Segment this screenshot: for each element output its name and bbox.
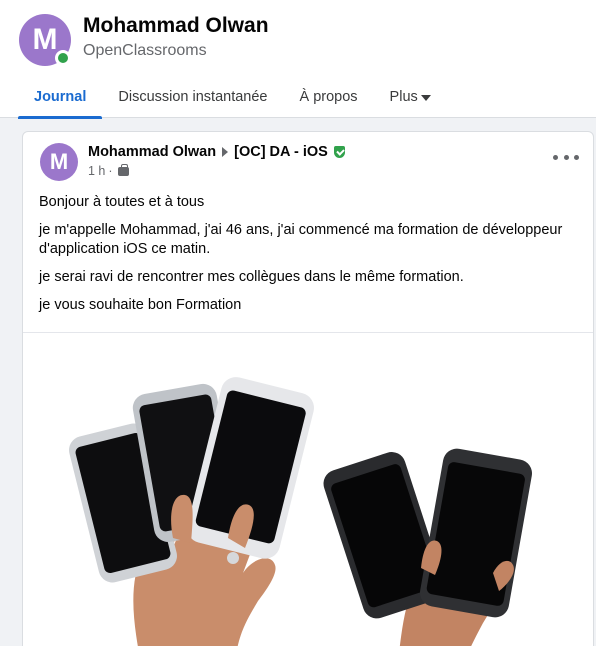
more-options-button[interactable] [553,150,579,164]
profile-tabs: Journal Discussion instantanée À propos … [18,76,447,119]
post-author-avatar[interactable]: M [40,143,78,181]
profile-subtitle[interactable]: OpenClassrooms [83,42,207,60]
post-paragraph: je vous souhaite bon Formation [39,297,242,313]
post-body: Bonjour à toutes et à tous je m'appelle … [39,193,579,324]
post-group-link[interactable]: [OC] DA - iOS [234,144,328,160]
avatar-letter: M [49,149,69,174]
post-timestamp[interactable]: 1 h [88,164,105,178]
group-privacy-icon [117,163,129,176]
more-dot-icon [563,154,569,160]
post-card: M Mohammad Olwan [OC] DA - iOS 1 h · Bon… [22,131,594,646]
post-meta: 1 h · [88,163,129,178]
hands-holding-phones-image [69,377,532,646]
dropdown-caret-icon [420,95,431,101]
more-dot-icon [574,154,579,160]
post-header: Mohammad Olwan [OC] DA - iOS [88,144,345,160]
shield-icon [333,146,345,158]
more-dot-icon [553,154,558,160]
post-author-link[interactable]: Mohammad Olwan [88,144,216,160]
post-paragraph: je serai ravi de rencontrer mes collègue… [39,269,464,285]
post-paragraph: je m'appelle Mohammad, j'ai 46 ans, j'ai… [39,222,563,257]
post-image[interactable] [23,332,593,646]
tab-label: À propos [299,89,358,105]
tab-discussion[interactable]: Discussion instantanée [102,76,283,118]
post-paragraph: Bonjour à toutes et à tous [39,194,205,210]
tab-about[interactable]: À propos [284,76,374,118]
tab-label: Journal [34,89,87,105]
separator-dot: · [108,164,113,178]
tab-more[interactable]: Plus [374,76,447,118]
tab-label: Plus [389,89,418,105]
tab-journal[interactable]: Journal [18,76,103,119]
arrow-right-icon [222,147,229,157]
tab-label: Discussion instantanée [118,89,268,105]
profile-name[interactable]: Mohammad Olwan [83,14,269,38]
profile-header: M Mohammad Olwan OpenClassrooms Journal … [0,0,596,119]
avatar-letter: M [32,23,58,56]
phone-right-2 [420,448,532,618]
online-status-icon [55,50,71,66]
